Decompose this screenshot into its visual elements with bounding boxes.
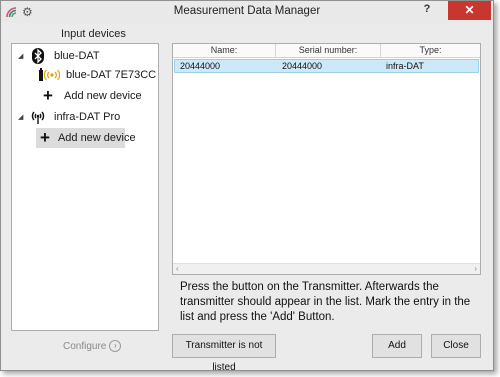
- tree-item-label: infra-DAT Pro: [54, 111, 121, 123]
- column-header-serial[interactable]: Serial number:: [276, 44, 381, 57]
- tree-item-label: blue-DAT: [54, 50, 100, 62]
- tree-item-add-new-device[interactable]: + Add new device: [16, 86, 156, 106]
- column-header-type[interactable]: Type:: [381, 44, 480, 57]
- expand-arrow-icon[interactable]: ◢: [18, 52, 23, 60]
- cell-type: infra-DAT: [386, 61, 424, 71]
- tree-item-infra-dat-pro[interactable]: ◢ infra-DAT Pro: [16, 107, 156, 127]
- scroll-right-icon[interactable]: ›: [474, 264, 477, 274]
- configure-button[interactable]: Configure ›: [63, 340, 122, 352]
- plus-icon: +: [43, 86, 53, 105]
- cell-serial: 20444000: [282, 61, 323, 71]
- tree-item-label: Add new device: [57, 132, 136, 144]
- column-header-name[interactable]: Name:: [173, 44, 276, 57]
- dialog-window: ⚙ Measurement Data Manager ? ✕ Input dev…: [0, 0, 494, 373]
- close-button[interactable]: Close: [431, 334, 481, 358]
- expand-arrow-icon[interactable]: ◢: [18, 113, 23, 121]
- tree-item-blue-dat-7e73cc[interactable]: blue-DAT 7E73CC: [16, 65, 156, 85]
- add-button[interactable]: Add: [372, 334, 422, 358]
- title-bar[interactable]: ⚙ Measurement Data Manager ? ✕: [1, 1, 493, 23]
- table-row[interactable]: 20444000 20444000 infra-DAT: [174, 59, 479, 73]
- chevron-right-icon: ›: [109, 340, 122, 352]
- cell-name: 20444000: [180, 61, 221, 71]
- table-header: Name: Serial number: Type:: [173, 44, 480, 58]
- instructions-text: Press the button on the Transmitter. Aft…: [180, 281, 471, 323]
- scroll-left-icon[interactable]: ‹: [176, 264, 179, 274]
- horizontal-scrollbar[interactable]: ‹ ›: [173, 263, 480, 274]
- tree-item-label: blue-DAT 7E73CC: [66, 69, 157, 81]
- configure-label: Configure: [63, 340, 107, 352]
- bluetooth-icon: [30, 48, 46, 64]
- window-close-button[interactable]: ✕: [448, 1, 491, 20]
- input-devices-header: Input devices: [61, 28, 126, 40]
- transmitter-not-listed-button[interactable]: Transmitter is not listed: [172, 334, 276, 373]
- device-table[interactable]: Name: Serial number: Type: 20444000 2044…: [172, 43, 481, 275]
- help-button[interactable]: ?: [420, 3, 434, 19]
- device-tree[interactable]: ◢ blue-DAT blue-DAT 7E73CC + Add new dev…: [11, 43, 159, 331]
- plus-icon: +: [40, 128, 50, 147]
- tree-item-blue-dat[interactable]: ◢ blue-DAT: [16, 46, 156, 66]
- wireless-device-icon: [38, 67, 60, 83]
- tree-item-add-new-device-selected[interactable]: + Add new device: [36, 128, 136, 148]
- antenna-icon: [30, 109, 46, 125]
- tree-item-label: Add new device: [64, 90, 142, 102]
